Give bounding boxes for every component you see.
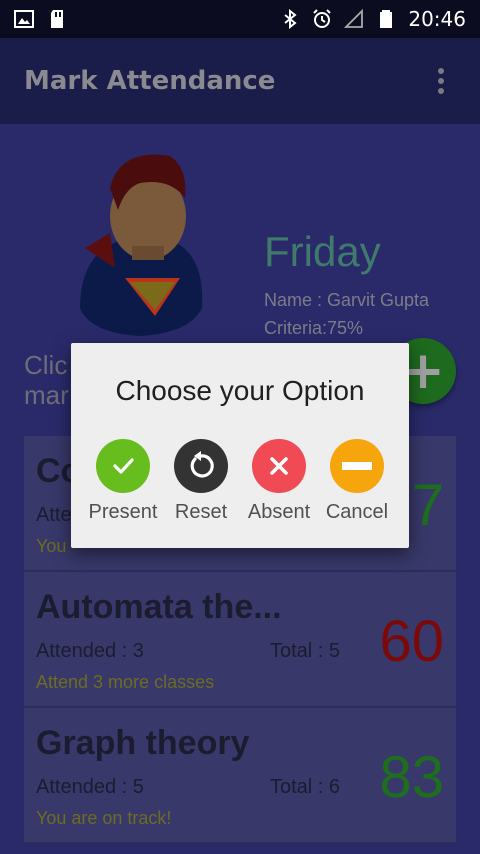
cancel-button[interactable]: Cancel	[319, 439, 395, 524]
total-count: Total : 6	[270, 776, 341, 798]
close-icon	[252, 439, 306, 493]
signal-icon	[344, 9, 364, 28]
battery-icon	[380, 10, 393, 28]
instruction-line-2: mar	[24, 380, 69, 410]
subject-name: Graph theory	[36, 724, 250, 762]
alarm-icon	[313, 9, 332, 28]
choose-option-dialog: Choose your Option Present Reset Absent	[71, 343, 409, 548]
app-bar: Mark Attendance	[0, 38, 480, 124]
reset-icon	[174, 439, 228, 493]
status-bar: 20:46	[0, 0, 480, 38]
sd-card-icon	[51, 10, 63, 28]
student-name: Name : Garvit Gupta	[264, 290, 430, 310]
total-count: Total : 5	[270, 640, 341, 662]
attendance-percent: 7	[411, 473, 444, 538]
status-message: You are on track!	[36, 808, 172, 828]
dialog-options: Present Reset Absent Cancel	[85, 439, 395, 524]
attended-count: Atte	[36, 504, 72, 526]
list-item[interactable]: Automata the... Attended : 3 Total : 5 A…	[24, 572, 456, 708]
attendance-percent: 83	[379, 745, 444, 810]
reset-button[interactable]: Reset	[163, 439, 239, 524]
absent-button[interactable]: Absent	[241, 439, 317, 524]
attended-count: Attended : 3	[36, 640, 144, 662]
subject-name: Automata the...	[36, 588, 282, 626]
attended-count: Attended : 5	[36, 776, 144, 798]
status-message: You	[36, 536, 67, 556]
app-title: Mark Attendance	[24, 66, 276, 96]
day-label: Friday	[264, 228, 381, 275]
profile-info: Name : Garvit Gupta Criteria:75%	[264, 286, 429, 342]
bluetooth-icon	[284, 9, 297, 29]
superman-avatar-icon	[80, 154, 203, 336]
check-icon	[96, 439, 150, 493]
cancel-label: Cancel	[325, 501, 389, 523]
gallery-notification-icon	[14, 10, 34, 28]
reset-label: Reset	[174, 501, 228, 523]
overflow-menu-icon[interactable]	[426, 61, 456, 101]
present-button[interactable]: Present	[85, 439, 161, 524]
absent-label: Absent	[247, 501, 311, 523]
instruction-line-1: Clic	[24, 350, 68, 380]
instruction-text: Clic mar	[24, 350, 69, 410]
attendance-percent: 60	[379, 609, 444, 674]
list-item[interactable]: Graph theory Attended : 5 Total : 6 You …	[24, 708, 456, 844]
status-time: 20:46	[408, 7, 466, 31]
present-label: Present	[88, 501, 158, 523]
minus-icon	[330, 439, 384, 493]
status-message: Attend 3 more classes	[36, 672, 215, 692]
criteria-label: Criteria:75%	[264, 318, 364, 338]
dialog-title: Choose your Option	[115, 375, 365, 406]
